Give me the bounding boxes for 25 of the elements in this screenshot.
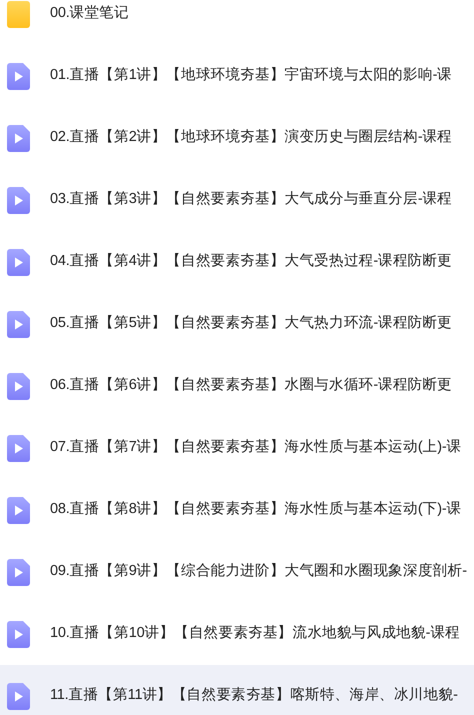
folder-icon xyxy=(7,0,30,28)
video-file-icon xyxy=(7,186,30,214)
video-file-icon xyxy=(7,248,30,276)
video-file-icon xyxy=(7,62,30,90)
file-name: 05.直播【第5讲】【自然要素夯基】大气热力环流-课程防断更 xyxy=(50,314,452,334)
file-name: 07.直播【第7讲】【自然要素夯基】海水性质与基本运动(上)-课 xyxy=(50,438,462,458)
video-file-icon xyxy=(7,124,30,152)
file-name: 11.直播【第11讲】【自然要素夯基】喀斯特、海岸、冰川地貌- xyxy=(50,686,458,706)
video-file-icon xyxy=(7,372,30,400)
file-name: 06.直播【第6讲】【自然要素夯基】水圈与水循环-课程防断更 xyxy=(50,376,452,396)
file-name: 02.直播【第2讲】【地球环境夯基】演变历史与圈层结构-课程 xyxy=(50,128,452,148)
video-file-icon xyxy=(7,434,30,462)
video-file-icon xyxy=(7,558,30,586)
video-file-icon xyxy=(7,620,30,648)
video-file-icon xyxy=(7,682,30,710)
file-name: 09.直播【第9讲】【综合能力进阶】大气圈和水圈现象深度剖析- xyxy=(50,562,467,582)
file-name: 08.直播【第8讲】【自然要素夯基】海水性质与基本运动(下)-课 xyxy=(50,500,462,520)
file-row[interactable]: 11.直播【第11讲】【自然要素夯基】喀斯特、海岸、冰川地貌- xyxy=(0,665,474,715)
video-file-icon xyxy=(7,310,30,338)
file-name: 00.课堂笔记 xyxy=(50,4,129,24)
video-file-icon xyxy=(7,496,30,524)
file-name: 04.直播【第4讲】【自然要素夯基】大气受热过程-课程防断更 xyxy=(50,252,452,272)
file-name: 03.直播【第3讲】【自然要素夯基】大气成分与垂直分层-课程 xyxy=(50,190,452,210)
file-name: 10.直播【第10讲】【自然要素夯基】流水地貌与风成地貌-课程 xyxy=(50,624,460,644)
file-name: 01.直播【第1讲】【地球环境夯基】宇宙环境与太阳的影响-课 xyxy=(50,66,452,86)
